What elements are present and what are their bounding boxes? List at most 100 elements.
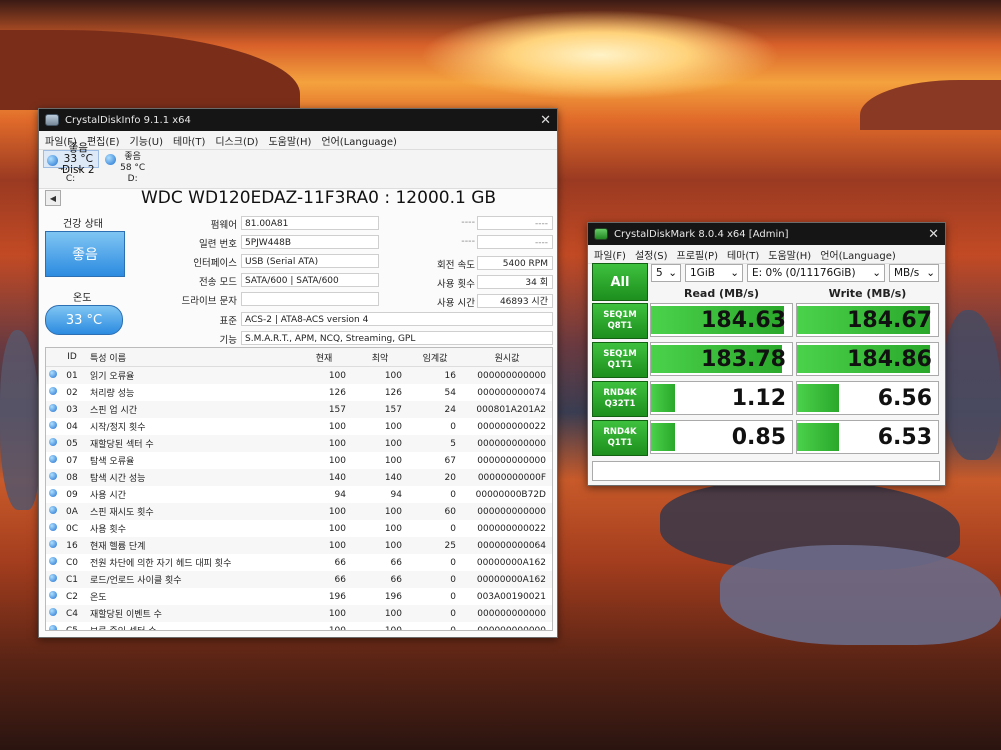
test-button[interactable]: SEQ1M Q8T1: [592, 303, 648, 339]
menu-function[interactable]: 기능(U): [130, 133, 164, 148]
col-worst[interactable]: 최악: [352, 348, 408, 367]
attr-current: 94: [334, 489, 346, 500]
read-value: 1.12: [731, 386, 786, 411]
drive-select[interactable]: E: 0% (0/11176GiB) ⌄: [747, 264, 885, 282]
chevron-down-icon: ⌄: [730, 267, 739, 279]
close-icon[interactable]: ✕: [540, 113, 551, 128]
status-dot-cell: [46, 401, 60, 418]
read-bar: [651, 423, 675, 451]
unit-select[interactable]: MB/s ⌄: [889, 264, 939, 282]
attr-raw: 00000000B72D: [475, 489, 546, 500]
menu-profile[interactable]: 프로필(P): [677, 247, 718, 262]
attr-raw: 000000000000: [462, 366, 552, 384]
table-row[interactable]: C4 재할당된 이벤트 수 100 100 0 000000000000: [46, 605, 552, 622]
table-row[interactable]: 08 탐색 시간 성능 140 140 20 00000000000F: [46, 469, 552, 486]
status-dot-icon: [49, 404, 57, 412]
chevron-down-icon: ⌄: [668, 267, 677, 279]
attr-current: 157: [296, 401, 352, 418]
smart-table[interactable]: ID 특성 이름 현재 최악 임계값 원시값 01 읽기 오류율 100 100 16 0…: [45, 347, 553, 631]
menu-theme[interactable]: 테마(T): [173, 133, 205, 148]
table-row[interactable]: 07 탐색 오류율 100 100 67 000000000000: [46, 452, 552, 469]
test-button[interactable]: SEQ1M Q1T1: [592, 342, 648, 378]
table-row[interactable]: 02 처리량 성능 126 126 54 000000000074: [46, 384, 552, 401]
drive-button-d[interactable]: 좋음 58 °C D:: [105, 152, 145, 186]
blank-value-1: ----: [477, 216, 553, 230]
size-select[interactable]: 1GiB ⌄: [685, 264, 743, 282]
attr-threshold: 24: [408, 401, 462, 418]
table-row[interactable]: 01 읽기 오류율 100 100 16 000000000000: [46, 366, 552, 384]
menu-settings[interactable]: 설정(S): [635, 247, 668, 262]
iceberg-right-2: [720, 545, 1001, 645]
test-name: RND4K: [603, 388, 637, 398]
diskinfo-titlebar[interactable]: CrystalDiskInfo 9.1.1 x64 ✕: [39, 109, 557, 131]
table-row[interactable]: C5보류 중인 섹터 수1001000000000000000: [46, 622, 552, 631]
status-dot-icon: [49, 608, 57, 616]
table-row[interactable]: 0C 사용 횟수 100 100 0 000000000022: [46, 520, 552, 537]
attr-id: 02: [66, 387, 78, 398]
power-on-hours-label: 사용 시간: [437, 298, 475, 309]
write-result: 6.53: [796, 420, 939, 454]
col-raw[interactable]: 원시값: [462, 348, 552, 367]
attr-raw: 00000000A162: [462, 571, 552, 588]
table-row[interactable]: C2 온도 196 196 0 003A00190021: [46, 588, 552, 605]
status-dot-icon: [49, 489, 57, 497]
attr-name: 읽기 오류율: [84, 366, 296, 384]
col-attribute[interactable]: 특성 이름: [84, 348, 296, 367]
test-button[interactable]: RND4K Q32T1: [592, 381, 648, 417]
iceberg-right-3: [944, 310, 1001, 460]
table-row[interactable]: 03 스핀 업 시간 157 157 24 000801A201A2: [46, 401, 552, 418]
table-row[interactable]: C0 전원 차단에 의한 자기 헤드 대피 횟수 66 66 0 00000000A162: [46, 554, 552, 571]
attr-name: 처리량 성능: [90, 389, 135, 399]
attr-current: 140: [296, 469, 352, 486]
status-dot-cell: [46, 503, 60, 520]
attr-id: 07: [66, 455, 78, 466]
drive-name: D:: [127, 174, 138, 184]
table-row[interactable]: 09 사용 시간 94 94 0 00000000B72D: [46, 486, 552, 503]
attr-threshold: 0: [408, 605, 462, 622]
test-button[interactable]: RND4K Q1T1: [592, 420, 648, 456]
diskmark-titlebar[interactable]: CrystalDiskMark 8.0.4 x64 [Admin] ✕: [588, 223, 945, 245]
status-dot-icon: [49, 557, 57, 565]
col-threshold[interactable]: 임계값: [408, 348, 462, 367]
read-value: 183.78: [701, 347, 786, 372]
menu-language[interactable]: 언어(Language): [321, 133, 397, 148]
previous-disk-icon[interactable]: ◀: [45, 190, 61, 206]
count-select[interactable]: 5 ⌄: [651, 264, 681, 282]
menu-file[interactable]: 파일(F): [594, 247, 626, 262]
status-dot-icon: [47, 154, 58, 166]
attr-name: 탐색 오류율: [90, 457, 135, 467]
drive-button-disk2[interactable]: 좋음 33 °C Disk 2: [43, 142, 99, 175]
menu-help[interactable]: 도움말(H): [768, 247, 811, 262]
menu-language[interactable]: 언어(Language): [820, 247, 896, 262]
drive-name: Disk 2: [62, 163, 95, 176]
menu-help[interactable]: 도움말(H): [268, 133, 311, 148]
blank-value-2: ----: [477, 235, 553, 249]
health-status-button[interactable]: 좋음: [45, 231, 125, 277]
table-row[interactable]: 16 현재 헬륨 단계 100 100 25 000000000064: [46, 537, 552, 554]
table-row[interactable]: C1 로드/언로드 사이클 횟수 66 66 0 00000000A162: [46, 571, 552, 588]
table-row[interactable]: 04 시작/정지 횟수 100 100 0 000000000022: [46, 418, 552, 435]
read-result: 183.78: [650, 342, 793, 376]
write-value: 6.53: [877, 425, 932, 450]
attr-raw: 000000000000: [462, 605, 552, 622]
col-dot: [46, 348, 60, 367]
col-current[interactable]: 현재: [296, 348, 352, 367]
close-icon[interactable]: ✕: [928, 227, 939, 242]
temperature-label: 온도: [73, 293, 92, 304]
status-dot-icon: [49, 472, 57, 480]
attr-current: 66: [296, 571, 352, 588]
comment-input[interactable]: [592, 461, 940, 481]
col-id[interactable]: ID: [60, 348, 84, 367]
smart-header-row: ID 특성 이름 현재 최악 임계값 원시값: [46, 348, 552, 367]
attr-id: C2: [65, 591, 78, 602]
attr-id: C5: [65, 625, 78, 631]
table-row[interactable]: 0A 스핀 재시도 횟수 100 100 60 000000000000: [46, 503, 552, 520]
table-row[interactable]: 05 재할당된 섹터 수 100 100 5 000000000000: [46, 435, 552, 452]
menu-theme[interactable]: 테마(T): [727, 247, 759, 262]
all-button[interactable]: All: [592, 263, 648, 301]
status-dot-cell: [46, 435, 60, 452]
window-title: CrystalDiskMark 8.0.4 x64 [Admin]: [614, 228, 789, 240]
drive-status: 좋음: [124, 152, 141, 162]
firmware-label: 펌웨어: [210, 220, 237, 231]
menu-disk[interactable]: 디스크(D): [215, 133, 258, 148]
